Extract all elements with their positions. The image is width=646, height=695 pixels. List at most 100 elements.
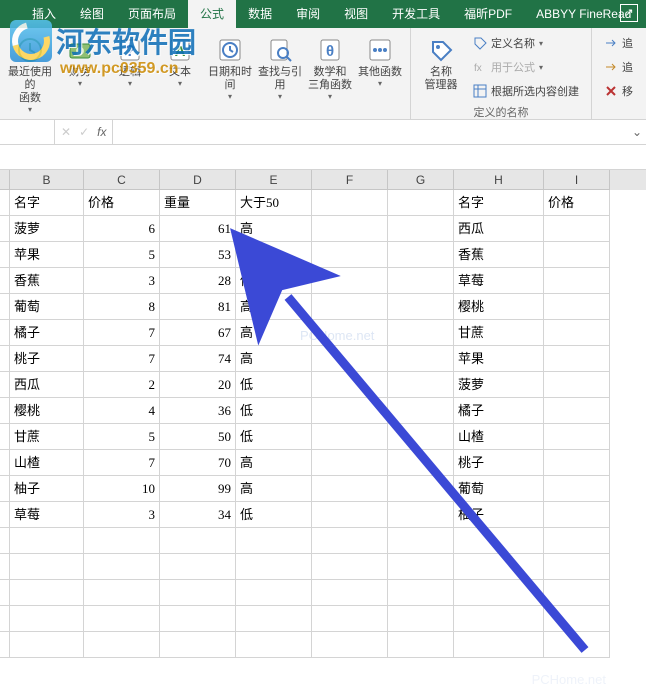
cell[interactable]: 柚子 [10, 476, 84, 502]
tab-foxit-pdf[interactable]: 福昕PDF [452, 0, 524, 28]
cell[interactable] [0, 580, 10, 606]
cell[interactable]: 10 [84, 476, 160, 502]
cell[interactable] [388, 580, 454, 606]
trace-precedents-button[interactable]: 追 [598, 32, 639, 54]
cell[interactable] [388, 398, 454, 424]
cell[interactable] [312, 242, 388, 268]
cell[interactable]: 28 [160, 268, 236, 294]
cell[interactable] [0, 242, 10, 268]
financial-button[interactable]: 财务 ▾ [56, 32, 104, 116]
define-name-button[interactable]: 定义名称 ▾ [467, 32, 585, 54]
cell[interactable] [0, 216, 10, 242]
tab-page-layout[interactable]: 页面布局 [116, 0, 188, 28]
spreadsheet-grid[interactable]: B C D E F G H I 名字价格重量大于50名字价格菠萝661高西瓜苹果… [0, 170, 646, 658]
expand-formula-bar-icon[interactable]: ⌄ [628, 125, 646, 139]
cell[interactable] [0, 476, 10, 502]
cell[interactable] [312, 554, 388, 580]
cell[interactable] [236, 580, 312, 606]
logical-button[interactable]: ? 逻辑 ▾ [106, 32, 154, 116]
cell[interactable]: 74 [160, 346, 236, 372]
date-time-button[interactable]: 日期和时间 ▾ [206, 32, 254, 116]
name-box[interactable] [0, 120, 55, 144]
cell[interactable] [312, 606, 388, 632]
cell[interactable]: 99 [160, 476, 236, 502]
cell[interactable]: 葡萄 [454, 476, 544, 502]
lookup-reference-button[interactable]: 查找与引用 ▾ [256, 32, 304, 116]
cell[interactable] [454, 528, 544, 554]
cell[interactable] [236, 528, 312, 554]
cell[interactable]: 61 [160, 216, 236, 242]
cell[interactable] [544, 424, 610, 450]
formula-input[interactable] [113, 120, 628, 144]
cell[interactable] [312, 346, 388, 372]
cell[interactable] [544, 398, 610, 424]
cell[interactable] [0, 268, 10, 294]
cell[interactable] [0, 606, 10, 632]
cell[interactable]: 高 [236, 476, 312, 502]
cell[interactable] [388, 554, 454, 580]
cell[interactable] [312, 450, 388, 476]
cell[interactable] [0, 450, 10, 476]
cell[interactable] [544, 372, 610, 398]
cell[interactable] [160, 528, 236, 554]
cell[interactable] [388, 606, 454, 632]
cell[interactable] [544, 606, 610, 632]
cell[interactable] [312, 216, 388, 242]
cell[interactable]: 50 [160, 424, 236, 450]
cell[interactable]: 樱桃 [454, 294, 544, 320]
col-header-G[interactable]: G [388, 170, 454, 190]
tab-draw[interactable]: 绘图 [68, 0, 116, 28]
cell[interactable]: 重量 [160, 190, 236, 216]
cell[interactable] [0, 398, 10, 424]
cell[interactable] [84, 554, 160, 580]
cell[interactable]: 4 [84, 398, 160, 424]
math-trig-button[interactable]: θ 数学和 三角函数 ▾ [306, 32, 354, 116]
cell[interactable]: 5 [84, 424, 160, 450]
cell[interactable] [544, 528, 610, 554]
cell[interactable]: 高 [236, 450, 312, 476]
cell[interactable]: 菠萝 [10, 216, 84, 242]
cell[interactable]: 20 [160, 372, 236, 398]
cell[interactable] [388, 632, 454, 658]
cell[interactable]: 山楂 [10, 450, 84, 476]
cell[interactable] [312, 268, 388, 294]
cell[interactable] [84, 528, 160, 554]
cell[interactable]: 橘子 [10, 320, 84, 346]
cell[interactable] [84, 580, 160, 606]
cell[interactable] [388, 294, 454, 320]
cell[interactable]: 低 [236, 502, 312, 528]
cell[interactable]: 价格 [84, 190, 160, 216]
cell[interactable] [454, 580, 544, 606]
cell[interactable] [388, 450, 454, 476]
cell[interactable] [0, 528, 10, 554]
cell[interactable]: 桃子 [10, 346, 84, 372]
cell[interactable] [388, 528, 454, 554]
name-manager-button[interactable]: 名称 管理器 [417, 32, 465, 102]
cell[interactable] [544, 294, 610, 320]
cell[interactable]: 苹果 [10, 242, 84, 268]
cell[interactable]: 7 [84, 320, 160, 346]
create-from-selection-button[interactable]: 根据所选内容创建 [467, 80, 585, 102]
tab-review[interactable]: 审阅 [284, 0, 332, 28]
cell[interactable] [544, 450, 610, 476]
cell[interactable]: 名字 [454, 190, 544, 216]
cell[interactable]: 橘子 [454, 398, 544, 424]
fx-icon[interactable]: fx [97, 125, 106, 139]
cell[interactable] [10, 632, 84, 658]
cell[interactable]: 草莓 [454, 268, 544, 294]
tab-formulas[interactable]: 公式 [188, 0, 236, 28]
cell[interactable]: 菠萝 [454, 372, 544, 398]
cell[interactable] [544, 346, 610, 372]
cell[interactable] [312, 320, 388, 346]
cell[interactable] [84, 606, 160, 632]
cell[interactable] [388, 476, 454, 502]
cell[interactable] [236, 632, 312, 658]
cell[interactable]: 甘蔗 [454, 320, 544, 346]
cell[interactable]: 5 [84, 242, 160, 268]
cell[interactable]: 西瓜 [454, 216, 544, 242]
share-icon[interactable]: ↗ [620, 4, 638, 22]
confirm-icon[interactable]: ✓ [79, 125, 89, 139]
cell[interactable] [236, 554, 312, 580]
cell[interactable] [10, 580, 84, 606]
cell[interactable]: 53 [160, 242, 236, 268]
